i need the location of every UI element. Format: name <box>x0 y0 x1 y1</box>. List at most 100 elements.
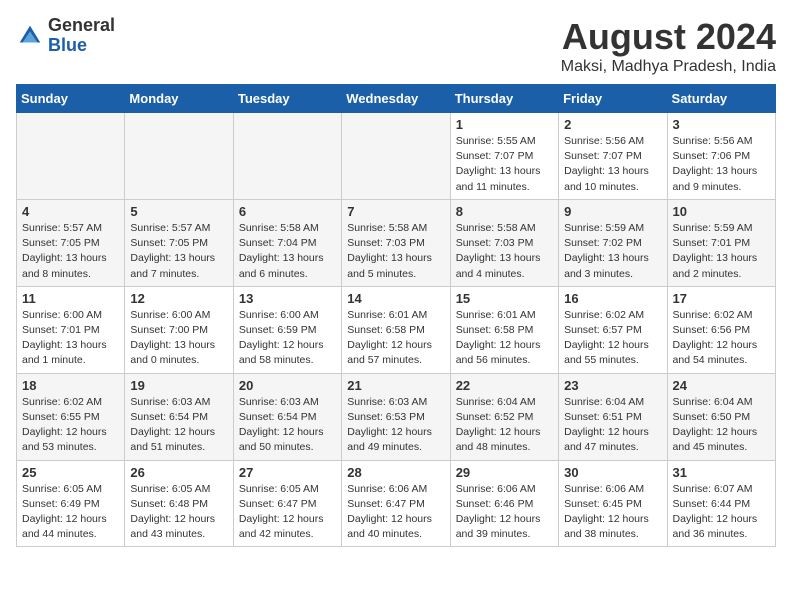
day-detail: Sunrise: 5:55 AMSunset: 7:07 PMDaylight:… <box>456 134 553 195</box>
header-monday: Monday <box>125 85 233 113</box>
day-detail: Sunrise: 5:58 AMSunset: 7:03 PMDaylight:… <box>456 221 553 282</box>
day-number: 19 <box>130 378 227 393</box>
page-title: August 2024 <box>561 16 776 58</box>
day-number: 7 <box>347 204 444 219</box>
day-number: 31 <box>673 465 770 480</box>
day-number: 27 <box>239 465 336 480</box>
week-row-4: 18 Sunrise: 6:02 AMSunset: 6:55 PMDayligh… <box>17 373 776 460</box>
calendar-cell: 13 Sunrise: 6:00 AMSunset: 6:59 PMDayligh… <box>233 286 341 373</box>
day-detail: Sunrise: 6:06 AMSunset: 6:45 PMDaylight:… <box>564 482 661 543</box>
day-number: 13 <box>239 291 336 306</box>
day-detail: Sunrise: 5:58 AMSunset: 7:04 PMDaylight:… <box>239 221 336 282</box>
day-detail: Sunrise: 6:05 AMSunset: 6:47 PMDaylight:… <box>239 482 336 543</box>
day-detail: Sunrise: 5:56 AMSunset: 7:06 PMDaylight:… <box>673 134 770 195</box>
header-sunday: Sunday <box>17 85 125 113</box>
calendar-cell: 14Sunrise: 6:01 AMSunset: 6:58 PMDayligh… <box>342 286 450 373</box>
header-wednesday: Wednesday <box>342 85 450 113</box>
day-detail: Sunrise: 6:03 AMSunset: 6:54 PMDaylight:… <box>130 395 227 456</box>
day-number: 20 <box>239 378 336 393</box>
day-detail: Sunrise: 6:00 AMSunset: 7:00 PMDaylight:… <box>130 308 227 369</box>
calendar-cell: 19 Sunrise: 6:03 AMSunset: 6:54 PMDayligh… <box>125 373 233 460</box>
day-number: 30 <box>564 465 661 480</box>
day-detail: Sunrise: 6:04 AMSunset: 6:50 PMDaylight:… <box>673 395 770 456</box>
day-number: 5 <box>130 204 227 219</box>
calendar-cell: 25Sunrise: 6:05 AMSunset: 6:49 PMDayligh… <box>17 460 125 547</box>
calendar-cell: 28 Sunrise: 6:06 AMSunset: 6:47 PMDayligh… <box>342 460 450 547</box>
calendar-cell: 24 Sunrise: 6:04 AMSunset: 6:50 PMDayligh… <box>667 373 775 460</box>
calendar-cell: 29 Sunrise: 6:06 AMSunset: 6:46 PMDayligh… <box>450 460 558 547</box>
calendar-cell <box>342 113 450 200</box>
day-number: 17 <box>673 291 770 306</box>
day-detail: Sunrise: 6:06 AMSunset: 6:47 PMDaylight:… <box>347 482 444 543</box>
header-thursday: Thursday <box>450 85 558 113</box>
calendar-cell: 21Sunrise: 6:03 AMSunset: 6:53 PMDayligh… <box>342 373 450 460</box>
day-number: 18 <box>22 378 119 393</box>
calendar-cell: 20 Sunrise: 6:03 AMSunset: 6:54 PMDayligh… <box>233 373 341 460</box>
page-subtitle: Maksi, Madhya Pradesh, India <box>561 58 776 76</box>
day-number: 6 <box>239 204 336 219</box>
day-number: 12 <box>130 291 227 306</box>
calendar-cell: 4 Sunrise: 5:57 AMSunset: 7:05 PMDaylight… <box>17 199 125 286</box>
calendar-cell: 12 Sunrise: 6:00 AMSunset: 7:00 PMDayligh… <box>125 286 233 373</box>
day-number: 29 <box>456 465 553 480</box>
day-number: 2 <box>564 117 661 132</box>
header-saturday: Saturday <box>667 85 775 113</box>
calendar-cell: 22 Sunrise: 6:04 AMSunset: 6:52 PMDayligh… <box>450 373 558 460</box>
day-number: 4 <box>22 204 119 219</box>
logo-general-text: General <box>48 16 115 36</box>
day-number: 16 <box>564 291 661 306</box>
day-detail: Sunrise: 5:57 AMSunset: 7:05 PMDaylight:… <box>130 221 227 282</box>
day-detail: Sunrise: 6:02 AMSunset: 6:56 PMDaylight:… <box>673 308 770 369</box>
day-detail: Sunrise: 5:56 AMSunset: 7:07 PMDaylight:… <box>564 134 661 195</box>
day-detail: Sunrise: 6:06 AMSunset: 6:46 PMDaylight:… <box>456 482 553 543</box>
day-detail: Sunrise: 6:00 AMSunset: 6:59 PMDaylight:… <box>239 308 336 369</box>
day-number: 22 <box>456 378 553 393</box>
day-number: 9 <box>564 204 661 219</box>
calendar-table: SundayMondayTuesdayWednesdayThursdayFrid… <box>16 84 776 547</box>
day-number: 1 <box>456 117 553 132</box>
calendar-cell: 17 Sunrise: 6:02 AMSunset: 6:56 PMDayligh… <box>667 286 775 373</box>
day-number: 28 <box>347 465 444 480</box>
calendar-cell: 2 Sunrise: 5:56 AMSunset: 7:07 PMDaylight… <box>559 113 667 200</box>
day-detail: Sunrise: 5:59 AMSunset: 7:02 PMDaylight:… <box>564 221 661 282</box>
calendar-cell <box>125 113 233 200</box>
calendar-cell: 26Sunrise: 6:05 AMSunset: 6:48 PMDayligh… <box>125 460 233 547</box>
calendar-header-row: SundayMondayTuesdayWednesdayThursdayFrid… <box>17 85 776 113</box>
logo-icon <box>16 22 44 50</box>
logo-blue-text: Blue <box>48 36 115 56</box>
day-detail: Sunrise: 5:58 AMSunset: 7:03 PMDaylight:… <box>347 221 444 282</box>
day-number: 25 <box>22 465 119 480</box>
calendar-cell: 15 Sunrise: 6:01 AMSunset: 6:58 PMDayligh… <box>450 286 558 373</box>
day-detail: Sunrise: 6:02 AMSunset: 6:55 PMDaylight:… <box>22 395 119 456</box>
day-detail: Sunrise: 6:02 AMSunset: 6:57 PMDaylight:… <box>564 308 661 369</box>
calendar-cell: 30 Sunrise: 6:06 AMSunset: 6:45 PMDayligh… <box>559 460 667 547</box>
title-area: August 2024 Maksi, Madhya Pradesh, India <box>561 16 776 76</box>
calendar-cell: 11Sunrise: 6:00 AMSunset: 7:01 PMDayligh… <box>17 286 125 373</box>
calendar-cell <box>233 113 341 200</box>
day-detail: Sunrise: 6:00 AMSunset: 7:01 PMDaylight:… <box>22 308 119 369</box>
day-number: 14 <box>347 291 444 306</box>
day-detail: Sunrise: 6:07 AMSunset: 6:44 PMDaylight:… <box>673 482 770 543</box>
calendar-cell: 23Sunrise: 6:04 AMSunset: 6:51 PMDayligh… <box>559 373 667 460</box>
calendar-cell: 3 Sunrise: 5:56 AMSunset: 7:06 PMDaylight… <box>667 113 775 200</box>
header-friday: Friday <box>559 85 667 113</box>
day-number: 15 <box>456 291 553 306</box>
calendar-cell: 8 Sunrise: 5:58 AMSunset: 7:03 PMDaylight… <box>450 199 558 286</box>
day-number: 8 <box>456 204 553 219</box>
day-detail: Sunrise: 6:03 AMSunset: 6:54 PMDaylight:… <box>239 395 336 456</box>
calendar-cell: 18 Sunrise: 6:02 AMSunset: 6:55 PMDayligh… <box>17 373 125 460</box>
calendar-cell <box>17 113 125 200</box>
calendar-cell: 9 Sunrise: 5:59 AMSunset: 7:02 PMDaylight… <box>559 199 667 286</box>
day-detail: Sunrise: 6:04 AMSunset: 6:52 PMDaylight:… <box>456 395 553 456</box>
calendar-cell: 31 Sunrise: 6:07 AMSunset: 6:44 PMDayligh… <box>667 460 775 547</box>
day-number: 3 <box>673 117 770 132</box>
calendar-cell: 10 Sunrise: 5:59 AMSunset: 7:01 PMDayligh… <box>667 199 775 286</box>
day-detail: Sunrise: 6:01 AMSunset: 6:58 PMDaylight:… <box>456 308 553 369</box>
day-number: 24 <box>673 378 770 393</box>
calendar-cell: 6 Sunrise: 5:58 AMSunset: 7:04 PMDaylight… <box>233 199 341 286</box>
day-detail: Sunrise: 5:57 AMSunset: 7:05 PMDaylight:… <box>22 221 119 282</box>
day-number: 10 <box>673 204 770 219</box>
week-row-2: 4 Sunrise: 5:57 AMSunset: 7:05 PMDaylight… <box>17 199 776 286</box>
day-detail: Sunrise: 6:03 AMSunset: 6:53 PMDaylight:… <box>347 395 444 456</box>
day-detail: Sunrise: 5:59 AMSunset: 7:01 PMDaylight:… <box>673 221 770 282</box>
